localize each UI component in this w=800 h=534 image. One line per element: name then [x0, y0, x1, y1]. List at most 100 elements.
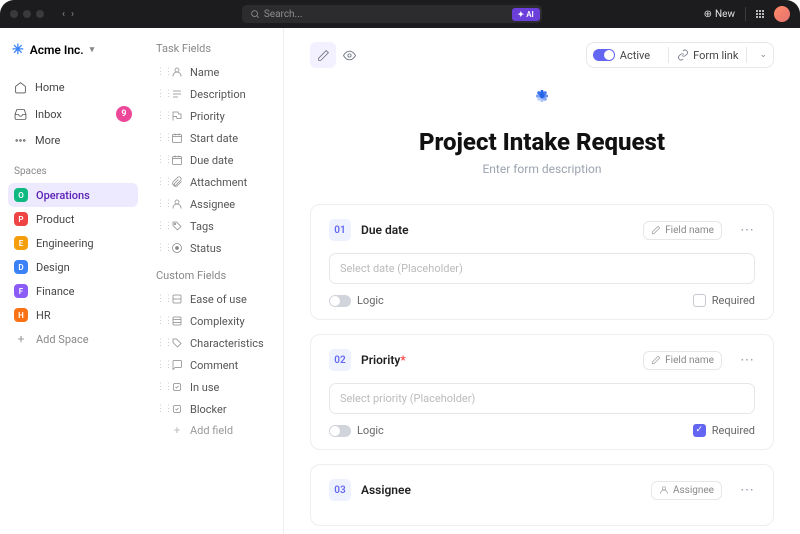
more-menu-icon[interactable]: ⋯ — [732, 482, 755, 498]
nav-inbox[interactable]: Inbox 9 — [8, 101, 138, 127]
field-attachment[interactable]: ⋮⋮Attachment — [156, 171, 279, 193]
sidebar-space-product[interactable]: PProduct — [8, 207, 138, 231]
form-canvas: Active Form link ⌄ Projec — [284, 28, 800, 534]
preview-mode-button[interactable] — [336, 42, 362, 68]
field-type-icon — [170, 109, 184, 123]
form-field-card[interactable]: 03AssigneeAssignee⋯ — [310, 464, 774, 526]
field-due-date[interactable]: ⋮⋮Due date — [156, 149, 279, 171]
form-field-card[interactable]: 01Due dateField name⋯Select date (Placeh… — [310, 204, 774, 320]
drag-handle-icon[interactable]: ⋮⋮ — [156, 177, 164, 187]
add-field-button[interactable]: + Add field — [156, 420, 279, 441]
drag-handle-icon[interactable]: ⋮⋮ — [156, 338, 164, 348]
field-ease-of-use[interactable]: ⋮⋮Ease of use — [156, 288, 279, 310]
nav-back-icon[interactable]: ‹ — [62, 9, 65, 20]
drag-handle-icon[interactable]: ⋮⋮ — [156, 133, 164, 143]
chevron-down-icon[interactable]: ⌄ — [755, 50, 767, 60]
field-characteristics[interactable]: ⋮⋮Characteristics — [156, 332, 279, 354]
drag-handle-icon[interactable]: ⋮⋮ — [156, 316, 164, 326]
field-name-chip[interactable]: Field name — [643, 221, 722, 240]
form-title[interactable]: Project Intake Request — [310, 128, 774, 156]
space-label: HR — [36, 309, 51, 322]
drag-handle-icon[interactable]: ⋮⋮ — [156, 155, 164, 165]
field-title[interactable]: Assignee — [361, 483, 411, 497]
field-type-icon — [170, 336, 184, 350]
workspace-switcher[interactable]: ✳ Acme Inc. ▾ — [8, 38, 138, 62]
sidebar-space-hr[interactable]: H HR — [8, 303, 138, 327]
field-type-icon — [170, 175, 184, 189]
chevron-down-icon: ▾ — [90, 45, 95, 55]
field-tags[interactable]: ⋮⋮Tags — [156, 215, 279, 237]
field-type-icon — [170, 241, 184, 255]
space-badge: H — [14, 308, 28, 322]
field-label: Description — [190, 88, 246, 101]
spaces-label: Spaces — [8, 152, 138, 183]
field-placeholder-input[interactable]: Select priority (Placeholder) — [329, 383, 755, 414]
field-name[interactable]: ⋮⋮Name — [156, 61, 279, 83]
drag-handle-icon[interactable]: ⋮⋮ — [156, 382, 164, 392]
sidebar-space-operations[interactable]: OOperations — [8, 183, 138, 207]
field-priority[interactable]: ⋮⋮ Priority — [156, 105, 279, 127]
field-title[interactable]: Due date — [361, 223, 409, 237]
required-checkbox[interactable] — [693, 294, 706, 307]
space-badge: O — [14, 188, 28, 202]
field-label: Status — [190, 242, 221, 255]
field-name-chip[interactable]: Assignee — [651, 481, 722, 500]
avatar[interactable] — [774, 6, 790, 22]
search-icon — [250, 9, 260, 19]
add-space-button[interactable]: + Add Space — [8, 327, 138, 351]
field-title[interactable]: Priority* — [361, 353, 406, 367]
required-checkbox[interactable] — [693, 424, 706, 437]
more-menu-icon[interactable]: ⋯ — [732, 352, 755, 368]
field-start-date[interactable]: ⋮⋮Start date — [156, 127, 279, 149]
form-subtitle[interactable]: Enter form description — [310, 162, 774, 176]
nav-forward-icon[interactable]: › — [71, 9, 74, 20]
nav-home[interactable]: Home — [8, 76, 138, 99]
sidebar-space-design[interactable]: DDesign — [8, 255, 138, 279]
field-type-icon — [170, 380, 184, 394]
field-placeholder-input[interactable]: Select date (Placeholder) — [329, 253, 755, 284]
field-type-icon — [170, 197, 184, 211]
drag-handle-icon[interactable]: ⋮⋮ — [156, 199, 164, 209]
drag-handle-icon[interactable]: ⋮⋮ — [156, 294, 164, 304]
form-field-card[interactable]: 02Priority*Field name⋯Select priority (P… — [310, 334, 774, 450]
form-link-button[interactable]: Form link — [677, 49, 738, 62]
drag-handle-icon[interactable]: ⋮⋮ — [156, 67, 164, 77]
drag-handle-icon[interactable]: ⋮⋮ — [156, 89, 164, 99]
active-toggle[interactable] — [593, 49, 615, 61]
logic-toggle[interactable] — [329, 425, 351, 437]
field-description[interactable]: ⋮⋮ Description — [156, 83, 279, 105]
drag-handle-icon[interactable]: ⋮⋮ — [156, 404, 164, 414]
field-assignee[interactable]: ⋮⋮Assignee — [156, 193, 279, 215]
ai-badge[interactable]: ✦ AI — [512, 8, 540, 21]
field-status[interactable]: ⋮⋮ Status — [156, 237, 279, 259]
sidebar-space-engineering[interactable]: EEngineering — [8, 231, 138, 255]
plus-icon: + — [170, 424, 184, 437]
field-blocker[interactable]: ⋮⋮ Blocker — [156, 398, 279, 420]
search-input[interactable]: Search... ✦ AI — [242, 5, 542, 23]
edit-mode-button[interactable] — [310, 42, 336, 68]
active-label: Active — [620, 49, 660, 62]
form-logo-icon — [528, 90, 556, 118]
more-menu-icon[interactable]: ⋯ — [732, 222, 755, 238]
field-label: Priority — [190, 110, 225, 123]
nav-more[interactable]: More — [8, 129, 138, 152]
field-comment[interactable]: ⋮⋮Comment — [156, 354, 279, 376]
apps-grid-icon[interactable] — [756, 10, 764, 18]
drag-handle-icon[interactable]: ⋮⋮ — [156, 221, 164, 231]
sidebar-space-finance[interactable]: FFinance — [8, 279, 138, 303]
custom-fields-label: Custom Fields — [156, 267, 279, 288]
link-icon — [677, 49, 689, 61]
eye-icon — [343, 49, 356, 62]
new-button[interactable]: ⊕ New — [704, 9, 735, 20]
field-type-icon — [170, 402, 184, 416]
field-complexity[interactable]: ⋮⋮Complexity — [156, 310, 279, 332]
logic-toggle[interactable] — [329, 295, 351, 307]
field-label: Blocker — [190, 403, 227, 416]
field-name-chip[interactable]: Field name — [643, 351, 722, 370]
field-type-icon — [170, 87, 184, 101]
drag-handle-icon[interactable]: ⋮⋮ — [156, 111, 164, 121]
field-in-use[interactable]: ⋮⋮In use — [156, 376, 279, 398]
drag-handle-icon[interactable]: ⋮⋮ — [156, 360, 164, 370]
space-label: Finance — [36, 285, 74, 298]
drag-handle-icon[interactable]: ⋮⋮ — [156, 243, 164, 253]
